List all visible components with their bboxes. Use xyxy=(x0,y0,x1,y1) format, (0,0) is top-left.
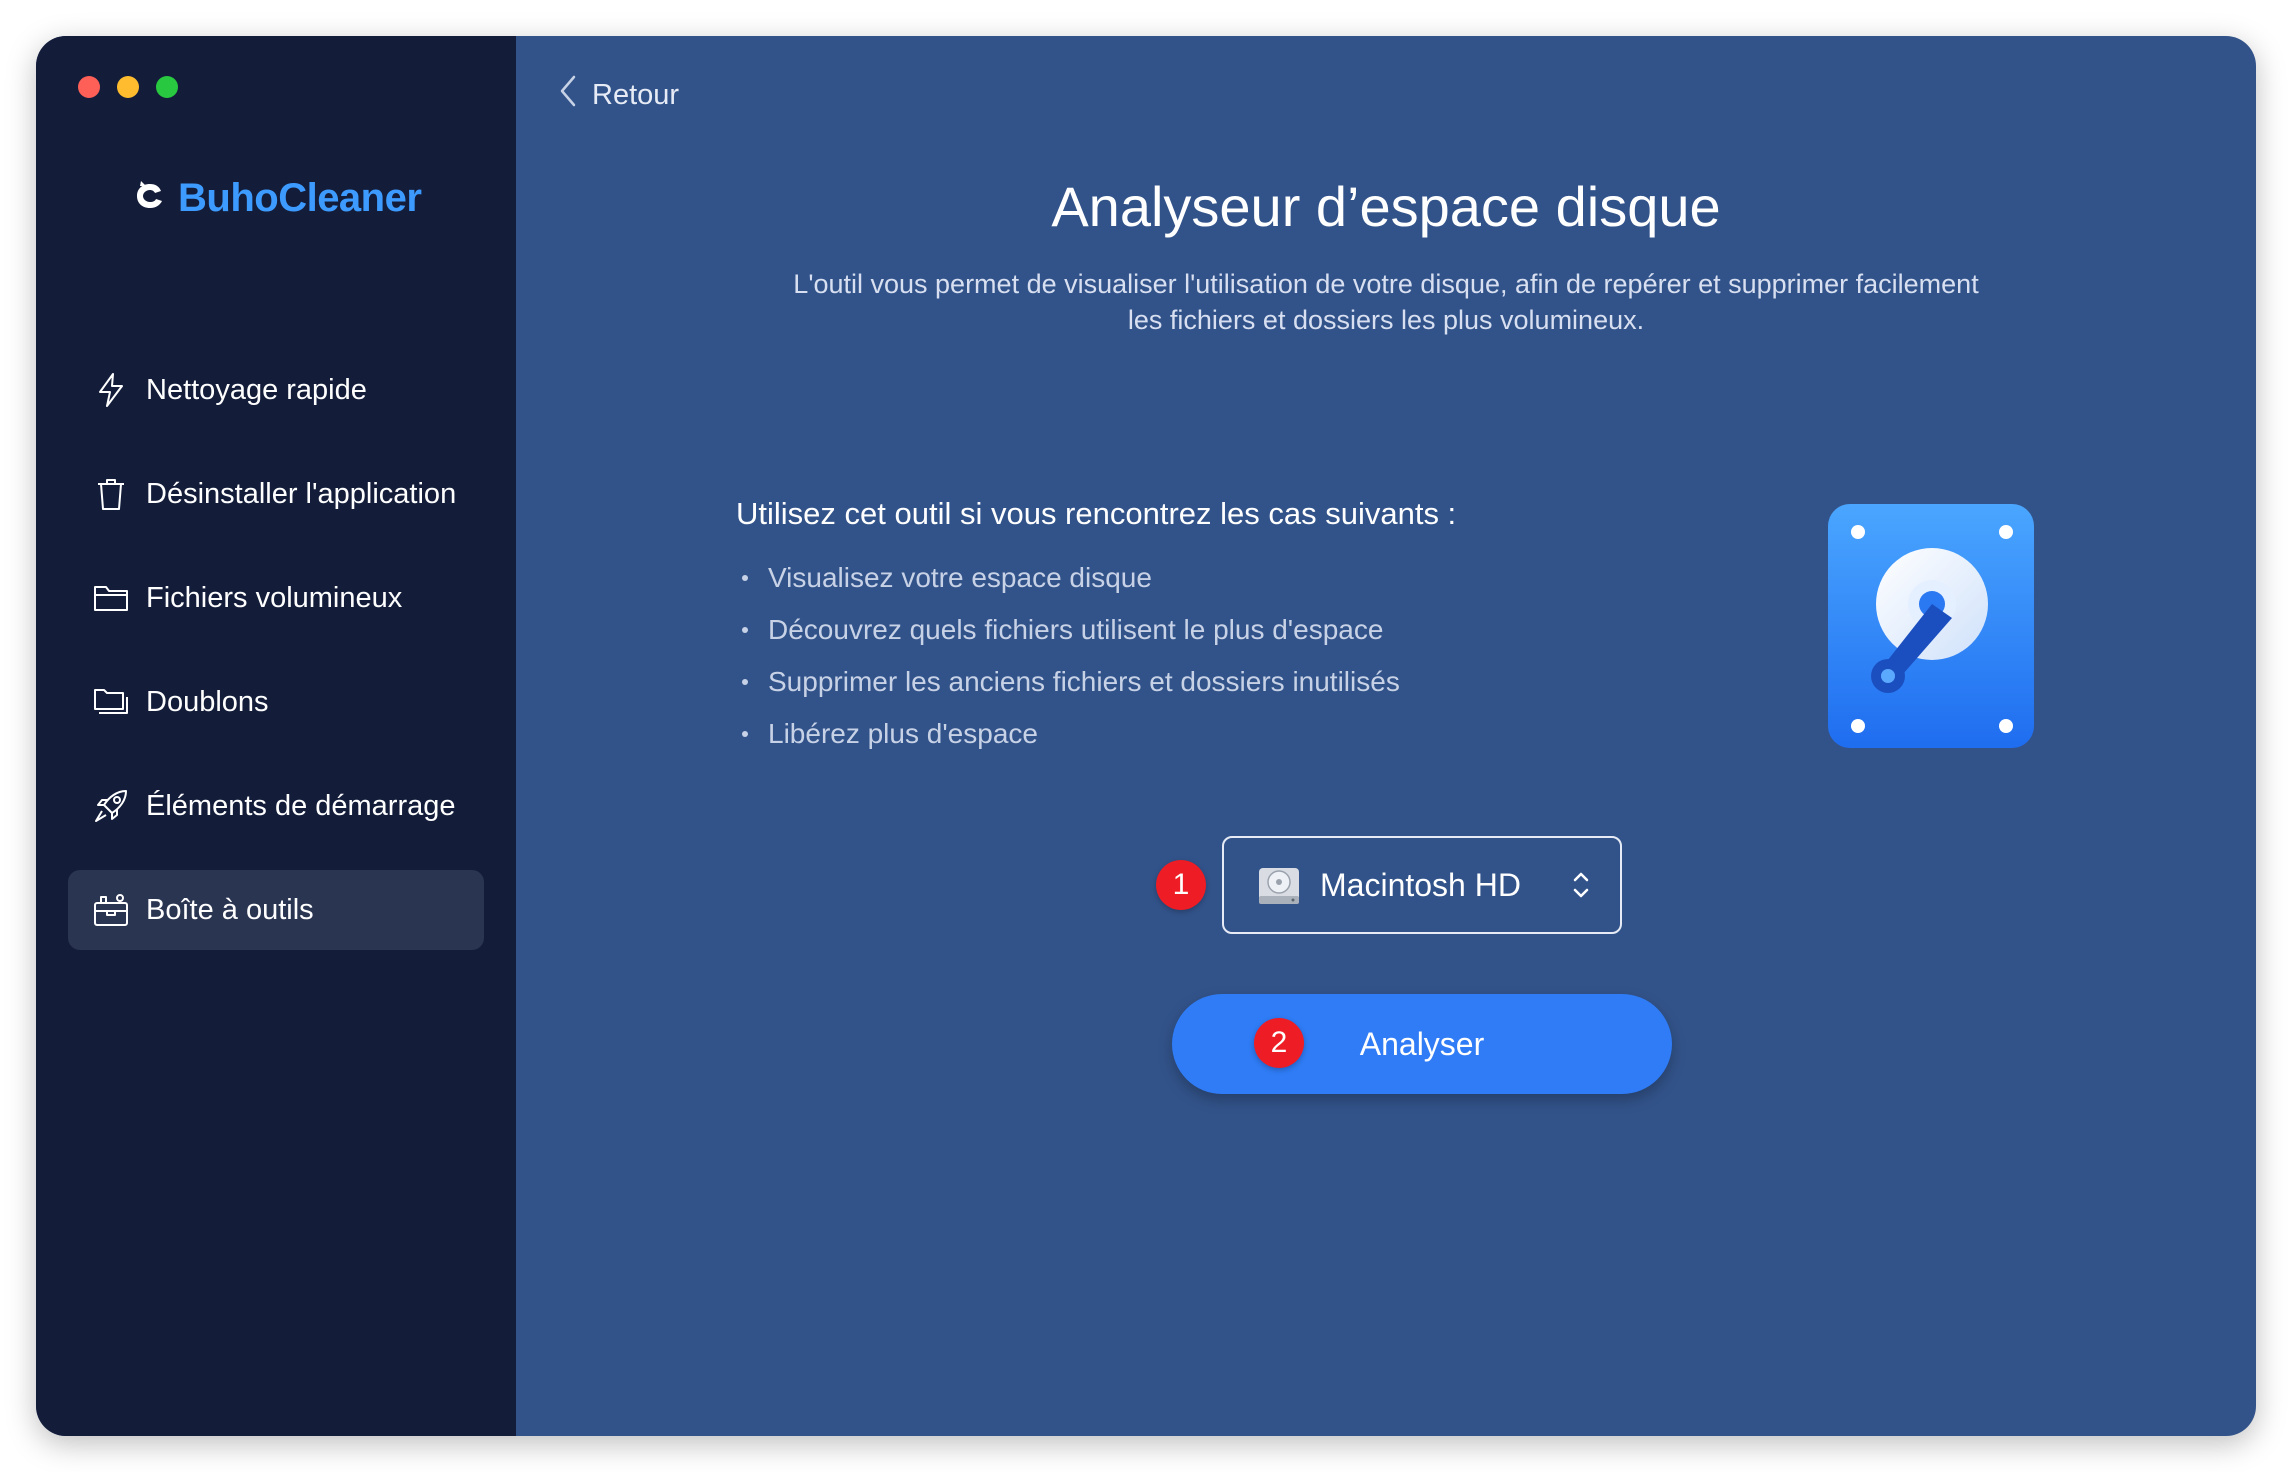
hard-drive-icon xyxy=(1256,862,1302,908)
duplicate-folder-icon xyxy=(92,683,130,721)
page-subtitle: L'outil vous permet de visualiser l'util… xyxy=(716,266,2056,338)
bullet-icon xyxy=(742,731,748,737)
owl-logo-icon xyxy=(132,178,168,219)
usecase-heading: Utilisez cet outil si vous rencontrez le… xyxy=(736,496,1457,531)
back-button[interactable]: Retour xyxy=(558,74,679,116)
sidebar-item-uninstall[interactable]: Désinstaller l'application xyxy=(68,454,484,534)
list-item: Visualisez votre espace disque xyxy=(736,552,1636,604)
list-item: Libérez plus d'espace xyxy=(736,708,1636,760)
window-controls xyxy=(78,76,178,98)
sidebar-item-toolbox[interactable]: Boîte à outils xyxy=(68,870,484,950)
trash-icon xyxy=(92,475,130,513)
bullet-icon xyxy=(742,627,748,633)
sidebar-item-large-files[interactable]: Fichiers volumineux xyxy=(68,558,484,638)
disk-analyzer-icon xyxy=(1828,504,2034,748)
sidebar-nav: Nettoyage rapide Désinstaller l'applicat… xyxy=(68,350,484,974)
bullet-icon xyxy=(742,679,748,685)
sidebar-item-label: Doublons xyxy=(146,685,269,718)
page-title: Analyseur d’espace disque xyxy=(1051,175,1721,238)
disk-select[interactable]: Macintosh HD xyxy=(1222,836,1622,934)
brand: BuhoCleaner xyxy=(132,176,422,221)
lightning-icon xyxy=(92,371,130,409)
list-item: Supprimer les anciens fichiers et dossie… xyxy=(736,656,1636,708)
rocket-icon xyxy=(92,787,130,825)
zoom-window-button[interactable] xyxy=(156,76,178,98)
bullet-icon xyxy=(742,575,748,581)
usecase-list: Visualisez votre espace disque Découvrez… xyxy=(736,552,1636,760)
step-badge-2: 2 xyxy=(1254,1018,1304,1068)
brand-name: BuhoCleaner xyxy=(178,176,422,220)
sidebar-item-label: Éléments de démarrage xyxy=(146,789,456,822)
usecase-section: Utilisez cet outil si vous rencontrez le… xyxy=(736,496,1636,760)
analyze-button[interactable]: Analyser xyxy=(1172,994,1672,1094)
sidebar-item-startup[interactable]: Éléments de démarrage xyxy=(68,766,484,846)
sidebar-item-label: Boîte à outils xyxy=(146,893,314,926)
chevron-updown-icon xyxy=(1572,870,1590,900)
sidebar-item-label: Désinstaller l'application xyxy=(146,477,457,510)
back-label: Retour xyxy=(592,78,680,111)
subtitle-line: les fichiers et dossiers les plus volumi… xyxy=(1127,305,1645,335)
minimize-window-button[interactable] xyxy=(117,76,139,98)
sidebar-item-label: Fichiers volumineux xyxy=(146,581,403,614)
sidebar: BuhoCleaner Nettoyage rapide Désinstalle… xyxy=(36,36,516,1436)
sidebar-item-quick-clean[interactable]: Nettoyage rapide xyxy=(68,350,484,430)
sidebar-item-label: Nettoyage rapide xyxy=(146,373,367,406)
analyze-button-label: Analyser xyxy=(1359,1025,1485,1062)
close-window-button[interactable] xyxy=(78,76,100,98)
app-window: BuhoCleaner Nettoyage rapide Désinstalle… xyxy=(36,36,2256,1436)
step-badge-1: 1 xyxy=(1156,860,1206,910)
subtitle-line: L'outil vous permet de visualiser l'util… xyxy=(793,269,1979,299)
toolbox-icon xyxy=(92,891,130,929)
sidebar-item-duplicates[interactable]: Doublons xyxy=(68,662,484,742)
list-item: Découvrez quels fichiers utilisent le pl… xyxy=(736,604,1636,656)
chevron-left-icon xyxy=(558,74,578,116)
main-panel: Retour Analyseur d’espace disque L'outil… xyxy=(516,36,2256,1436)
disk-select-value: Macintosh HD xyxy=(1320,866,1521,903)
folder-icon xyxy=(92,579,130,617)
